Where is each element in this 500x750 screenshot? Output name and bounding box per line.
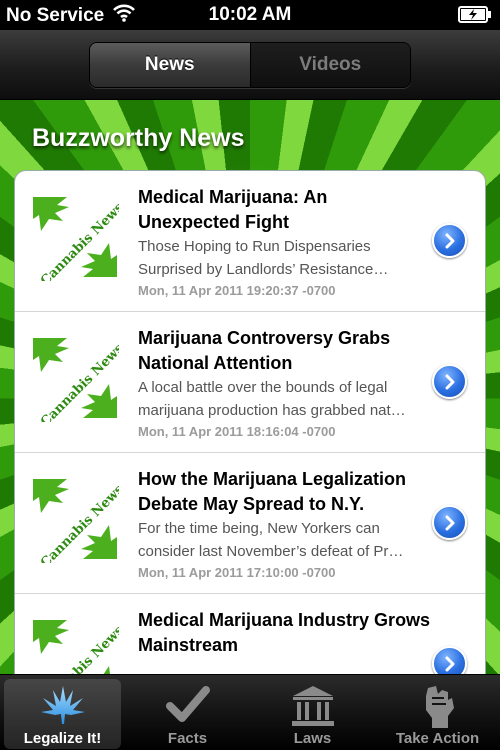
- tab-take-action[interactable]: Take Action: [375, 675, 500, 750]
- news-title: How the Marijuana Legalization Debate Ma…: [138, 469, 407, 514]
- battery-charging-icon: [458, 6, 492, 29]
- tab-facts[interactable]: Facts: [125, 675, 250, 750]
- tab-label: Take Action: [395, 730, 480, 747]
- news-description: A local battle over the bounds of legal …: [138, 379, 406, 419]
- tab-bar: Legalize It! Facts Laws Take Action: [0, 674, 500, 750]
- news-row[interactable]: Cannabis News Marijuana Controversy Grab…: [15, 312, 485, 453]
- section-title: Buzzworthy News: [32, 124, 245, 152]
- news-title: Marijuana Controversy Grabs National Att…: [138, 328, 391, 373]
- news-description: For the time being, New Yorkers can cons…: [138, 520, 404, 560]
- status-bar: No Service 10:02 AM: [0, 0, 500, 30]
- raised-fist-icon: [414, 684, 462, 728]
- news-row[interactable]: Cannabis News Medical Marijuana Industry…: [15, 594, 485, 674]
- news-row[interactable]: Cannabis News Medical Marijuana: An Unex…: [15, 171, 485, 312]
- disclosure-chevron-icon[interactable]: [432, 646, 467, 674]
- disclosure-chevron-icon[interactable]: [432, 364, 467, 399]
- news-title: Medical Marijuana Industry Grows Mainstr…: [138, 610, 431, 655]
- clock: 10:02 AM: [208, 4, 292, 25]
- courthouse-icon: [289, 684, 337, 728]
- tab-legalize-it[interactable]: Legalize It!: [0, 675, 125, 750]
- cannabis-news-logo-icon: Cannabis News: [31, 334, 127, 430]
- segment-news[interactable]: News: [90, 43, 250, 87]
- news-videos-segmented-control: News Videos: [89, 42, 411, 88]
- news-description: Those Hoping to Run Dispensaries Surpris…: [138, 238, 389, 278]
- disclosure-chevron-icon[interactable]: [432, 223, 467, 258]
- cannabis-news-logo-icon: Cannabis News: [31, 475, 127, 571]
- navigation-bar: News Videos: [0, 30, 500, 100]
- news-list: Cannabis News Medical Marijuana: An Unex…: [14, 170, 486, 674]
- disclosure-chevron-icon[interactable]: [432, 505, 467, 540]
- news-date: Mon, 11 Apr 2011 19:20:37 -0700: [138, 283, 336, 298]
- cannabis-news-thumbnail: Cannabis News: [31, 334, 127, 430]
- news-date: Mon, 11 Apr 2011 17:10:00 -0700: [138, 565, 336, 580]
- cannabis-news-thumbnail: Cannabis News: [31, 616, 127, 674]
- tab-label: Legalize It!: [23, 730, 102, 747]
- tab-label: Facts: [167, 730, 208, 747]
- tab-label: Laws: [293, 730, 332, 747]
- news-row[interactable]: Cannabis News How the Marijuana Legaliza…: [15, 453, 485, 594]
- cannabis-news-thumbnail: Cannabis News: [31, 193, 127, 289]
- leaf-icon: [39, 684, 87, 728]
- checkmark-icon: [164, 684, 212, 728]
- tab-laws[interactable]: Laws: [250, 675, 375, 750]
- cannabis-news-thumbnail: Cannabis News: [31, 475, 127, 571]
- cannabis-news-logo-icon: Cannabis News: [31, 616, 127, 674]
- content-area: Buzzworthy News Cannabis News Medical Ma…: [0, 100, 500, 674]
- news-date: Mon, 11 Apr 2011 18:16:04 -0700: [138, 424, 336, 439]
- segment-videos[interactable]: Videos: [249, 43, 410, 87]
- news-title: Medical Marijuana: An Unexpected Fight: [138, 187, 328, 232]
- cannabis-news-logo-icon: Cannabis News: [31, 193, 127, 289]
